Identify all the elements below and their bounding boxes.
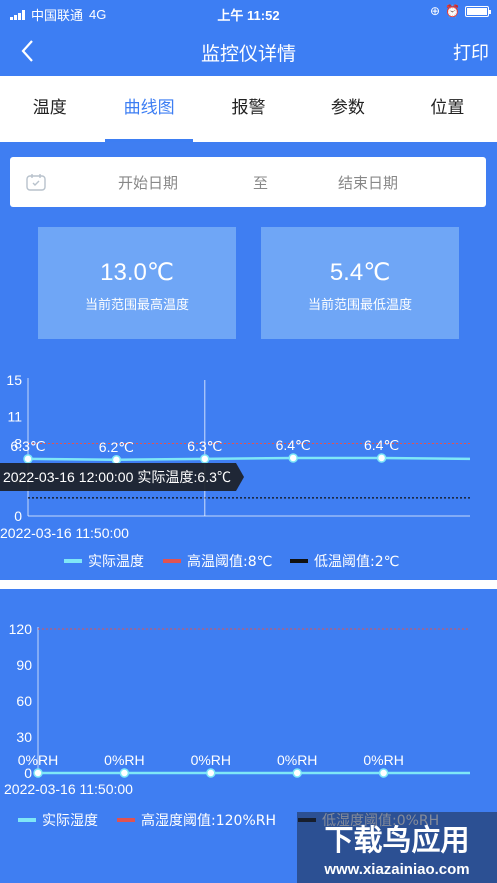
watermark-url: www.xiazainiao.com	[323, 861, 469, 878]
watermark-title: 下载鸟应用	[324, 823, 469, 857]
legend-label-high: 高湿度阈值:120%RH	[141, 812, 276, 829]
data-point	[376, 453, 387, 463]
data-point	[292, 768, 302, 778]
nav-bar: 监控仪详情 打印	[0, 26, 497, 76]
legend-label-series: 实际湿度	[42, 813, 98, 829]
data-point	[206, 768, 216, 778]
tab-parameters[interactable]: 参数	[298, 76, 397, 142]
data-point	[119, 768, 130, 778]
temperature-chart[interactable]: 15118406.3℃6.2℃6.3℃6.4℃6.4℃2022-03-16 12…	[0, 360, 497, 580]
end-date-input[interactable]: 结束日期	[338, 172, 398, 193]
legend-swatch-low	[290, 559, 308, 563]
print-button[interactable]: 打印	[453, 39, 489, 65]
y-tick-label: 30	[16, 729, 32, 745]
tab-temperature[interactable]: 温度	[0, 76, 99, 142]
max-temperature-card: 13.0℃ 当前范围最高温度	[38, 227, 236, 339]
legend-label-series: 实际温度	[88, 554, 144, 570]
y-tick-label: 90	[16, 657, 32, 673]
data-point	[288, 453, 298, 463]
min-temperature-card: 5.4℃ 当前范围最低温度	[261, 227, 459, 339]
battery-level	[467, 7, 487, 15]
max-temperature-label: 当前范围最高温度	[84, 297, 189, 312]
status-bar: 中国联通 4G 上午 11:52 ⊕ ⏰	[0, 0, 497, 26]
x-tick-label: 2022-03-16 11:50:00	[0, 525, 129, 541]
date-separator: 至	[253, 175, 269, 192]
data-point	[33, 768, 43, 778]
data-label: 0%RH	[191, 752, 231, 768]
watermark-logo: 下载鸟应用 www.xiazainiao.com	[297, 812, 497, 883]
data-label: 6.4℃	[364, 437, 399, 453]
legend-swatch-series	[64, 559, 82, 563]
y-tick-label: 60	[16, 693, 32, 709]
page-title: 监控仪详情	[200, 44, 296, 65]
data-point	[111, 455, 122, 465]
tooltip-text: 2022-03-16 12:00:00 实际温度:6.3℃	[3, 469, 231, 485]
start-date-input[interactable]: 开始日期	[118, 172, 178, 193]
status-time: 上午 11:52	[217, 8, 280, 23]
alarm-icon: ⏰	[445, 4, 460, 18]
data-label: 0%RH	[18, 752, 58, 768]
max-temperature-value: 13.0℃	[100, 259, 174, 286]
data-label: 0%RH	[363, 752, 403, 768]
data-point	[378, 768, 389, 778]
y-tick-label: 11	[7, 408, 22, 424]
legend-label-low: 低温阈值:2℃	[314, 554, 399, 570]
data-label: 6.2℃	[99, 439, 134, 455]
y-tick-label: 15	[6, 372, 22, 388]
data-point	[23, 454, 33, 464]
y-tick-label: 0	[14, 508, 22, 524]
data-label: 0%RH	[104, 752, 144, 768]
legend-swatch-series	[18, 818, 36, 822]
section-divider	[0, 580, 497, 589]
battery-icon	[465, 5, 491, 17]
min-temperature-label: 当前范围最低温度	[307, 297, 412, 312]
temperature-chart-svg[interactable]: 15118406.3℃6.2℃6.3℃6.4℃6.4℃2022-03-16 12…	[0, 360, 497, 580]
lock-rotation-icon: ⊕	[429, 4, 441, 18]
status-right: ⊕ ⏰	[429, 4, 491, 18]
x-tick-label: 2022-03-16 11:50:00	[4, 781, 133, 797]
legend-swatch-high	[163, 559, 181, 563]
legend-swatch-high	[117, 818, 135, 822]
legend-label-high: 高温阈值:8℃	[187, 553, 272, 570]
data-label: 6.3℃	[187, 438, 222, 454]
min-temperature-value: 5.4℃	[329, 259, 391, 286]
data-label: 6.3℃	[10, 438, 45, 454]
data-point	[200, 454, 210, 464]
data-label: 6.4℃	[276, 437, 311, 453]
series-line	[27, 456, 471, 462]
y-tick-label: 120	[9, 621, 33, 637]
tab-alarm[interactable]: 报警	[199, 76, 298, 142]
tab-bar: 温度 曲线图 报警 参数 位置	[0, 76, 497, 142]
data-label: 0%RH	[277, 752, 317, 768]
calendar-icon	[26, 174, 46, 191]
tab-curve-chart[interactable]: 曲线图	[99, 76, 198, 142]
tab-location[interactable]: 位置	[398, 76, 497, 142]
date-range-picker[interactable]: 开始日期 至 结束日期	[10, 157, 486, 207]
